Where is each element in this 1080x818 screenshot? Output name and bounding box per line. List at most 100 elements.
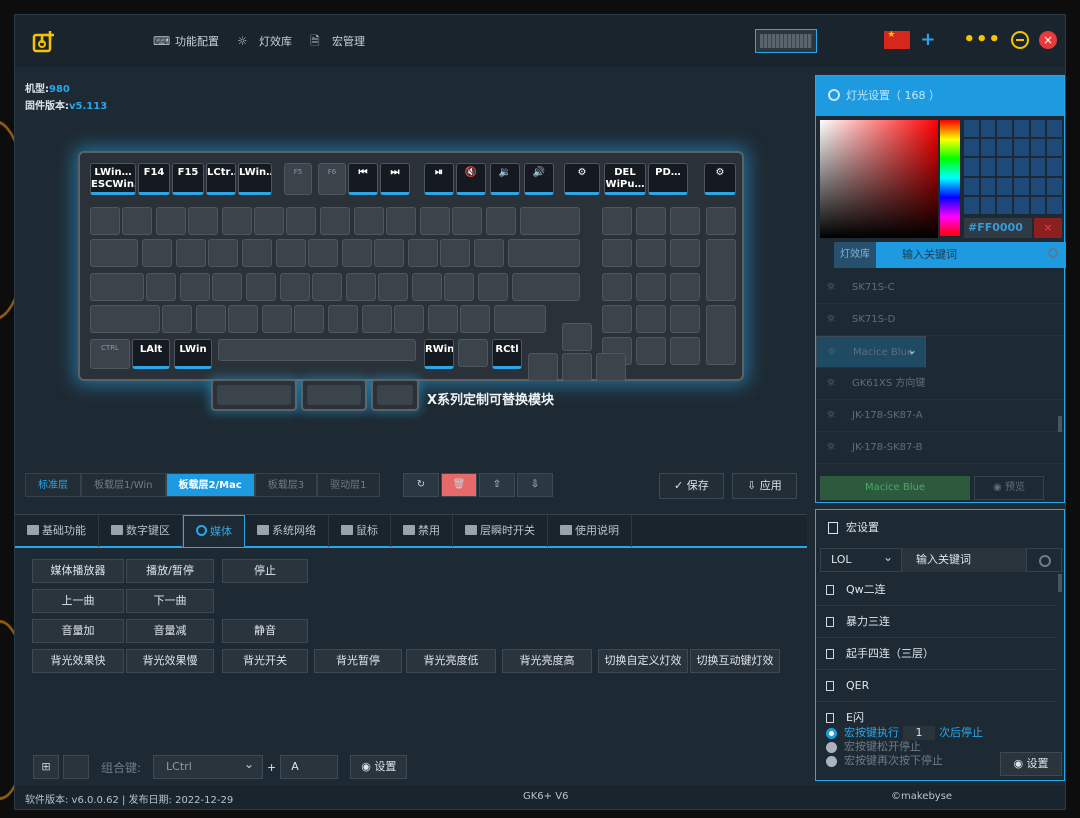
color-swatch[interactable]: [1014, 139, 1029, 157]
tab-mouse[interactable]: 鼠标: [329, 515, 391, 547]
delete-icon[interactable]: 🗑: [441, 473, 477, 497]
key[interactable]: [562, 323, 592, 351]
key[interactable]: [508, 239, 580, 267]
key[interactable]: [242, 239, 272, 267]
key[interactable]: [162, 305, 192, 333]
key[interactable]: [428, 305, 458, 333]
macro-set-button[interactable]: ◉ 设置: [1000, 752, 1062, 776]
media-button[interactable]: 背光开关: [222, 649, 308, 673]
hex-input[interactable]: #FF0000: [964, 218, 1032, 238]
media-button[interactable]: 媒体播放器: [32, 559, 124, 583]
key[interactable]: [312, 273, 342, 301]
key[interactable]: [342, 239, 372, 267]
color-swatch[interactable]: [997, 120, 1012, 138]
key[interactable]: [90, 239, 138, 267]
color-swatch[interactable]: [1030, 177, 1046, 195]
media-button[interactable]: 背光效果慢: [126, 649, 214, 673]
key[interactable]: [562, 353, 592, 381]
color-swatch[interactable]: [1047, 139, 1062, 157]
function-key[interactable]: LWin…: [238, 163, 272, 195]
rwin-key[interactable]: RWin: [424, 339, 454, 369]
key[interactable]: [196, 305, 226, 333]
key[interactable]: [294, 305, 324, 333]
light-effect-item[interactable]: ☼ SK71S-D: [816, 304, 1064, 336]
combo-key-input[interactable]: A: [280, 755, 339, 779]
key[interactable]: [146, 273, 176, 301]
add-icon[interactable]: +: [920, 29, 935, 50]
light-effect-item[interactable]: ☼ Macice Blue: [816, 334, 926, 368]
key[interactable]: [246, 273, 276, 301]
color-swatch[interactable]: [997, 158, 1012, 176]
key[interactable]: [528, 353, 558, 381]
key[interactable]: [670, 337, 700, 365]
color-swatch[interactable]: [964, 177, 979, 195]
color-swatch[interactable]: [1030, 158, 1046, 176]
key[interactable]: [408, 239, 438, 267]
key[interactable]: [386, 207, 416, 235]
key[interactable]: [706, 207, 736, 235]
key[interactable]: [706, 239, 736, 301]
color-swatch[interactable]: [980, 120, 996, 138]
device-thumbnail[interactable]: [755, 29, 817, 53]
apple-icon[interactable]: [63, 755, 89, 779]
function-key[interactable]: 🔉: [490, 163, 520, 195]
color-swatch[interactable]: [980, 177, 996, 195]
media-button[interactable]: 音量减: [126, 619, 214, 643]
light-effect-item[interactable]: ☼ GK61XS 方向键: [816, 368, 1064, 400]
clear-icon[interactable]: ×: [1034, 218, 1062, 238]
color-swatch[interactable]: [1047, 177, 1062, 195]
function-key[interactable]: PD…: [648, 163, 688, 195]
search-icon[interactable]: [1048, 248, 1058, 258]
light-library-tab[interactable]: 灯效库: [834, 242, 876, 268]
key[interactable]: [602, 305, 632, 333]
media-button[interactable]: 背光效果快: [32, 649, 124, 673]
key[interactable]: [346, 273, 376, 301]
media-button[interactable]: 停止: [222, 559, 308, 583]
scrollbar[interactable]: [1058, 416, 1062, 432]
function-key[interactable]: LCtr…: [206, 163, 236, 195]
media-button[interactable]: 音量加: [32, 619, 124, 643]
windows-icon[interactable]: ⊞: [33, 755, 59, 779]
color-swatch[interactable]: [997, 139, 1012, 157]
color-swatch[interactable]: [1014, 158, 1029, 176]
key[interactable]: [636, 273, 666, 301]
color-swatch[interactable]: [1047, 196, 1062, 214]
color-swatch[interactable]: [964, 196, 979, 214]
key[interactable]: [512, 273, 580, 301]
function-key[interactable]: F15: [172, 163, 204, 195]
macro-item[interactable]: E闪: [816, 702, 1056, 724]
color-swatch[interactable]: [1030, 139, 1046, 157]
tab-numpad[interactable]: 数字键区: [99, 515, 183, 547]
key[interactable]: [142, 239, 172, 267]
media-button[interactable]: 背光亮度高: [502, 649, 592, 673]
scrollbar[interactable]: [1058, 574, 1062, 592]
key[interactable]: [460, 305, 490, 333]
color-swatch[interactable]: [997, 196, 1012, 214]
key[interactable]: [636, 239, 666, 267]
key[interactable]: [670, 273, 700, 301]
function-key[interactable]: 🔇: [456, 163, 486, 195]
light-apply-button[interactable]: Macice Blue: [820, 476, 970, 500]
function-key[interactable]: DEL WiPu…: [604, 163, 646, 195]
color-swatch[interactable]: [1047, 158, 1062, 176]
key[interactable]: [478, 273, 508, 301]
key[interactable]: [90, 305, 160, 333]
media-button[interactable]: 播放/暂停: [126, 559, 214, 583]
nav-macro-manager[interactable]: 🗎 宏管理: [310, 33, 365, 49]
tab-system-network[interactable]: 系统网络: [245, 515, 329, 547]
key[interactable]: [394, 305, 424, 333]
function-key[interactable]: ⏭: [380, 163, 410, 195]
key[interactable]: [596, 353, 626, 381]
module-key[interactable]: [301, 379, 367, 411]
upload-icon[interactable]: ⇧: [479, 473, 515, 497]
key[interactable]: [222, 207, 252, 235]
color-swatch[interactable]: [1047, 120, 1062, 138]
save-button[interactable]: ✓ 保存: [659, 473, 724, 499]
key[interactable]: [254, 207, 284, 235]
media-button[interactable]: 切换自定义灯效: [598, 649, 688, 673]
nav-light-library[interactable]: ☼ 灯效库: [237, 33, 292, 49]
key[interactable]: [212, 273, 242, 301]
function-key[interactable]: F5: [284, 163, 312, 195]
more-icon[interactable]: •••: [963, 29, 1001, 50]
tab-help[interactable]: 使用说明: [548, 515, 632, 547]
